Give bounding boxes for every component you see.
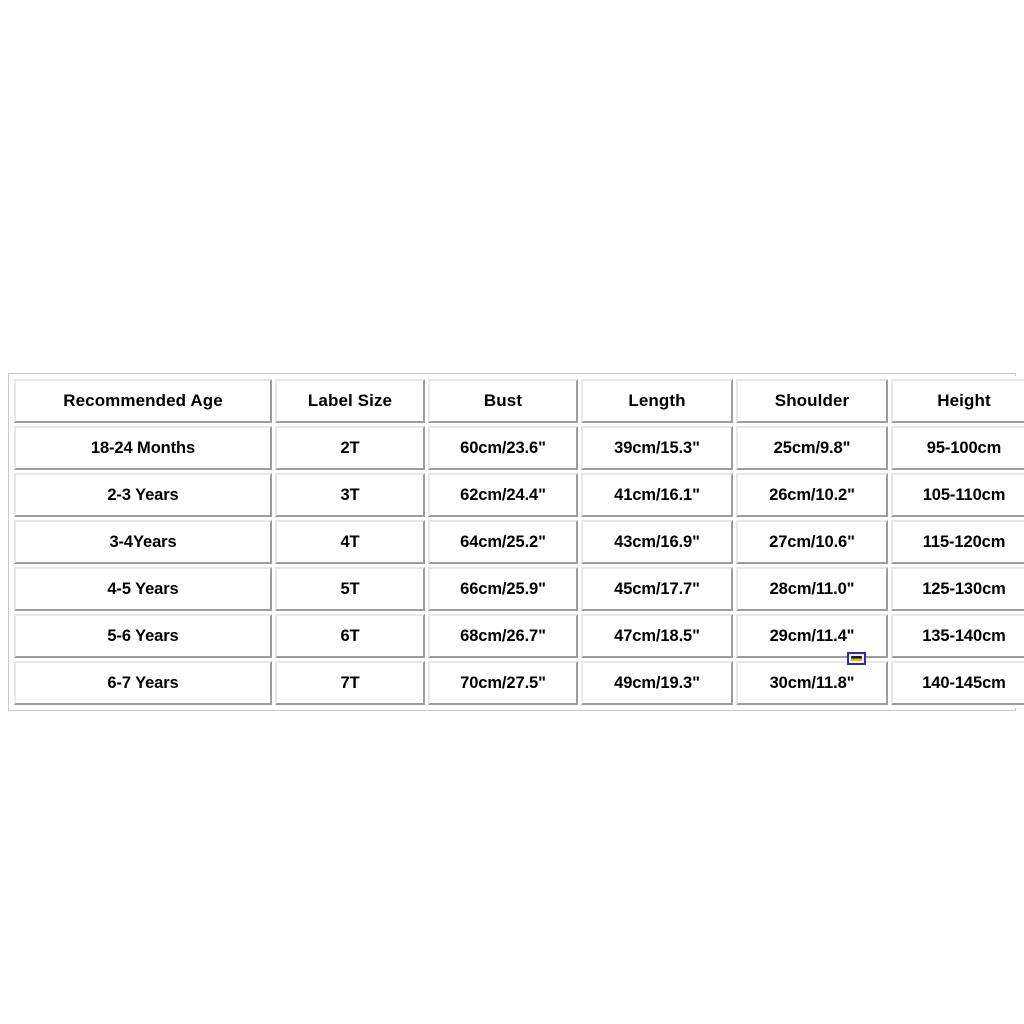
table-header-row: Recommended Age Label Size Bust Length S… bbox=[14, 379, 1024, 423]
column-header-label-size: Label Size bbox=[275, 379, 425, 423]
column-header-shoulder: Shoulder bbox=[736, 379, 888, 423]
cell-label-size: 5T bbox=[275, 567, 425, 611]
cell-shoulder: 25cm/9.8" bbox=[736, 426, 888, 470]
cell-recommended-age: 18-24 Months bbox=[14, 426, 272, 470]
cell-height: 95-100cm bbox=[891, 426, 1024, 470]
table-row: 5-6 Years 6T 68cm/26.7" 47cm/18.5" 29cm/… bbox=[14, 614, 1024, 658]
table-row: 4-5 Years 5T 66cm/25.9" 45cm/17.7" 28cm/… bbox=[14, 567, 1024, 611]
cell-bust: 66cm/25.9" bbox=[428, 567, 578, 611]
cell-bust: 70cm/27.5" bbox=[428, 661, 578, 705]
cell-length: 41cm/16.1" bbox=[581, 473, 733, 517]
cell-length: 45cm/17.7" bbox=[581, 567, 733, 611]
cell-height: 125-130cm bbox=[891, 567, 1024, 611]
cell-bust: 62cm/24.4" bbox=[428, 473, 578, 517]
cell-height: 135-140cm bbox=[891, 614, 1024, 658]
column-header-bust: Bust bbox=[428, 379, 578, 423]
column-header-height: Height bbox=[891, 379, 1024, 423]
watermark-glyph bbox=[851, 656, 862, 661]
cell-length: 39cm/15.3" bbox=[581, 426, 733, 470]
table-row: 6-7 Years 7T 70cm/27.5" 49cm/19.3" 30cm/… bbox=[14, 661, 1024, 705]
cell-length: 43cm/16.9" bbox=[581, 520, 733, 564]
cell-shoulder: 27cm/10.6" bbox=[736, 520, 888, 564]
cell-recommended-age: 5-6 Years bbox=[14, 614, 272, 658]
cell-height: 105-110cm bbox=[891, 473, 1024, 517]
cell-shoulder: 26cm/10.2" bbox=[736, 473, 888, 517]
size-chart-table: Recommended Age Label Size Bust Length S… bbox=[11, 376, 1024, 708]
column-header-length: Length bbox=[581, 379, 733, 423]
cell-height: 140-145cm bbox=[891, 661, 1024, 705]
column-header-recommended-age: Recommended Age bbox=[14, 379, 272, 423]
cell-recommended-age: 4-5 Years bbox=[14, 567, 272, 611]
cell-label-size: 7T bbox=[275, 661, 425, 705]
cell-length: 47cm/18.5" bbox=[581, 614, 733, 658]
cell-bust: 64cm/25.2" bbox=[428, 520, 578, 564]
cell-height: 115-120cm bbox=[891, 520, 1024, 564]
table-row: 2-3 Years 3T 62cm/24.4" 41cm/16.1" 26cm/… bbox=[14, 473, 1024, 517]
cell-bust: 60cm/23.6" bbox=[428, 426, 578, 470]
cell-shoulder: 30cm/11.8" bbox=[736, 661, 888, 705]
cell-label-size: 2T bbox=[275, 426, 425, 470]
cell-recommended-age: 2-3 Years bbox=[14, 473, 272, 517]
cell-recommended-age: 3-4Years bbox=[14, 520, 272, 564]
cell-length: 49cm/19.3" bbox=[581, 661, 733, 705]
table-row: 18-24 Months 2T 60cm/23.6" 39cm/15.3" 25… bbox=[14, 426, 1024, 470]
cell-shoulder: 28cm/11.0" bbox=[736, 567, 888, 611]
cell-label-size: 4T bbox=[275, 520, 425, 564]
cell-label-size: 6T bbox=[275, 614, 425, 658]
cell-bust: 68cm/26.7" bbox=[428, 614, 578, 658]
cell-label-size: 3T bbox=[275, 473, 425, 517]
table-row: 3-4Years 4T 64cm/25.2" 43cm/16.9" 27cm/1… bbox=[14, 520, 1024, 564]
cell-recommended-age: 6-7 Years bbox=[14, 661, 272, 705]
watermark-badge-icon bbox=[847, 652, 866, 665]
